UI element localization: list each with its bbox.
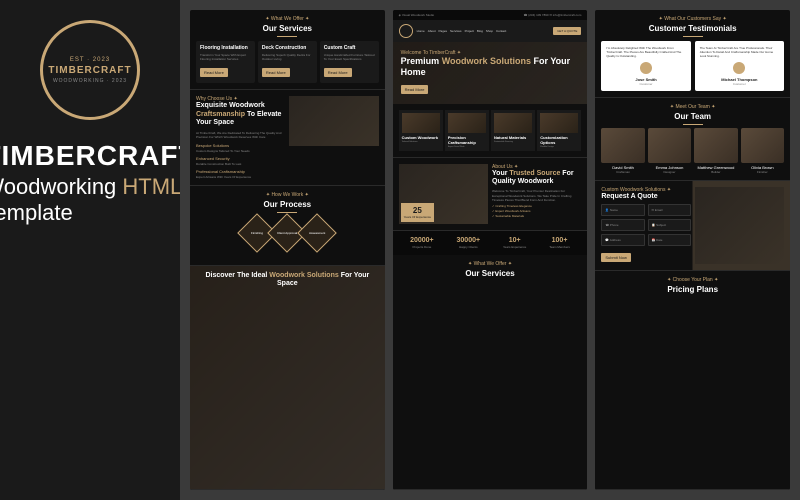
- read-more-button[interactable]: Read More: [324, 68, 352, 77]
- why-title: Exquisite Woodwork Craftsmanship To Elev…: [196, 102, 285, 127]
- nav-link[interactable]: Pages: [439, 29, 448, 33]
- brand-sidebar: EST · 2023 TIMBERCRAFT WOODWORKING · 202…: [0, 0, 180, 500]
- services-title: Our Services: [196, 24, 379, 33]
- testimonial-card: I'm Absolutely Delighted With The Woodwo…: [601, 41, 690, 91]
- avatar-icon: [640, 62, 652, 74]
- nav-link[interactable]: Shop: [486, 29, 493, 33]
- service-card: Custom Craft Unique Handcrafted Furnitur…: [320, 41, 379, 83]
- submit-button[interactable]: Submit Now: [601, 253, 631, 262]
- hero-title: Premium Woodwork Solutions For Your Home: [401, 56, 580, 78]
- service-card: Deck Construction Delivering Superb Qual…: [258, 41, 317, 83]
- name-field[interactable]: 👤 Name: [601, 204, 644, 216]
- about-title: Your Trusted Source For Quality Woodwork: [492, 170, 581, 187]
- logo-sub: WOODWORKING · 2023: [53, 78, 127, 84]
- product-subtitle: Woodworking HTML Template: [0, 174, 197, 226]
- phone-field[interactable]: ☎ Phone: [601, 219, 644, 231]
- interior-image: [289, 96, 378, 146]
- feature-card: Natural MaterialsSustainable Sourcing: [491, 110, 535, 151]
- preview-columns: ✦ What We Offer ✦ Our Services Flooring …: [180, 0, 800, 500]
- team-member: Matthew GreenwoodBuilder: [694, 128, 737, 174]
- feature-card: Custom WoodworkTailored Solutions: [399, 110, 443, 151]
- quote-button[interactable]: GET A QUOTE: [553, 27, 581, 35]
- date-field[interactable]: 📅 Date: [648, 234, 691, 246]
- testimonial-card: The Team At TimberCraft Are True Profess…: [695, 41, 784, 91]
- team-member: Emma JohnsonDesigner: [648, 128, 691, 174]
- team-member: Olivia BrownFinisher: [741, 128, 784, 174]
- quote-title: Request A Quote: [601, 193, 690, 201]
- nav-link[interactable]: Project: [465, 29, 474, 33]
- feature-card: Customization OptionsFlexible Design: [537, 110, 581, 151]
- process-title: Our Process: [196, 200, 379, 209]
- preview-col-1: ✦ What We Offer ✦ Our Services Flooring …: [190, 10, 385, 490]
- hero-cta-button[interactable]: Read More: [401, 85, 429, 94]
- process-step: Assessment: [298, 213, 338, 253]
- service-card: Flooring Installation Transform Your Spa…: [196, 41, 255, 83]
- preview-col-3: ✦ What Our Customers Say ✦ Customer Test…: [595, 10, 790, 490]
- preview-col-2: ◈ Visual Woodwork Studio ☎ (234) 109 789…: [393, 10, 588, 490]
- product-title: TIMBERCRAFT: [0, 140, 197, 172]
- nav-link[interactable]: Contact: [496, 29, 506, 33]
- topbar: ◈ Visual Woodwork Studio ☎ (234) 109 789…: [393, 10, 588, 20]
- experience-badge: 25 Years Of Experience: [401, 203, 434, 222]
- nav-link[interactable]: Services: [450, 29, 462, 33]
- main-nav: Home About Pages Services Project Blog S…: [393, 20, 588, 42]
- bullet-icon: Bespoke Solutions: [196, 143, 285, 148]
- nav-link[interactable]: Home: [417, 29, 425, 33]
- services-eyebrow: ✦ What We Offer ✦: [196, 16, 379, 22]
- logo-est: EST · 2023: [70, 57, 110, 63]
- subject-field[interactable]: 📋 Subject: [648, 219, 691, 231]
- sofa-image: [695, 187, 784, 264]
- nav-logo-icon[interactable]: [399, 24, 413, 38]
- nav-link[interactable]: Blog: [477, 29, 483, 33]
- read-more-button[interactable]: Read More: [262, 68, 290, 77]
- discover-title: Discover The Ideal Woodwork Solutions Fo…: [196, 272, 379, 289]
- testimonials-title: Customer Testimonials: [601, 24, 784, 33]
- avatar-icon: [733, 62, 745, 74]
- pricing-title: Pricing Plans: [601, 285, 784, 294]
- email-field[interactable]: ✉ Email: [648, 204, 691, 216]
- stats-row: 20000+Projects Done 30000+Happy Clients …: [393, 231, 588, 255]
- feature-card: Precision CraftsmanshipExpert Detail Wor…: [445, 110, 489, 151]
- read-more-button[interactable]: Read More: [200, 68, 228, 77]
- team-member: David SmithCraftsman: [601, 128, 644, 174]
- team-title: Our Team: [601, 112, 784, 121]
- logo-name: TIMBERCRAFT: [48, 65, 131, 76]
- nav-link[interactable]: About: [428, 29, 436, 33]
- brand-logo: EST · 2023 TIMBERCRAFT WOODWORKING · 202…: [40, 20, 140, 120]
- address-field[interactable]: 💬 Address: [601, 234, 644, 246]
